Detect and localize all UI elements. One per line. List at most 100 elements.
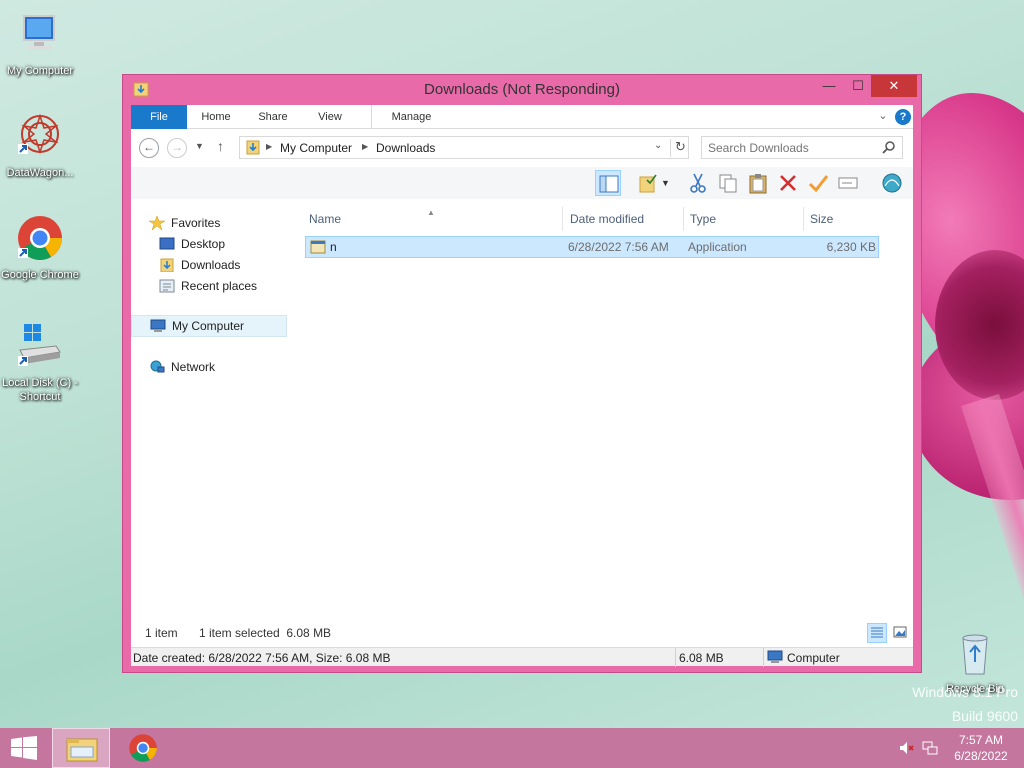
desktop-icon-google-chrome[interactable]: Google Chrome (0, 214, 80, 282)
tab-home[interactable]: Home (193, 105, 239, 129)
close-button[interactable]: ✕ (871, 75, 917, 97)
folder-check-icon (639, 174, 657, 193)
dropdown-arrow-icon[interactable]: ▼ (661, 170, 675, 196)
delete-x-icon (780, 175, 796, 191)
help-icon[interactable]: ? (895, 109, 911, 125)
search-input[interactable] (708, 140, 878, 156)
large-icons-view-button[interactable] (891, 623, 911, 643)
title-bar[interactable]: Downloads (Not Responding) — ☐ ✕ (123, 75, 921, 105)
downloads-folder-icon (160, 258, 174, 272)
desktop-icon-label: Local Disk (C) - Shortcut (2, 377, 78, 403)
nav-item-recent-places[interactable]: Recent places (159, 276, 279, 296)
desktop-icon-label: DataWagon... (6, 167, 74, 179)
tab-view[interactable]: View (307, 105, 353, 129)
file-size: 6,230 KB (826, 240, 876, 254)
column-header-size[interactable]: Size (806, 207, 882, 231)
breadcrumb-separator-icon[interactable]: ▶ (266, 142, 272, 151)
shell-button[interactable] (879, 170, 905, 196)
rename-button[interactable] (835, 170, 861, 196)
details-view-button[interactable] (867, 623, 887, 643)
address-dropdown-icon[interactable]: ⌄ (654, 140, 662, 151)
nav-item-favorites[interactable]: Favorites (149, 213, 279, 233)
drive-icon (18, 324, 61, 366)
breadcrumb-separator-icon[interactable]: ▶ (362, 142, 368, 151)
address-row: ← → ▼ ↑ ▶ My Computer ▶ Downloads ⌄ ↻ (131, 131, 913, 163)
nav-item-network[interactable]: Network (149, 357, 279, 377)
network-status-icon[interactable] (922, 740, 938, 756)
start-button[interactable] (0, 728, 48, 768)
desktop-icon-local-disk[interactable]: Local Disk (C) - Shortcut (0, 322, 80, 404)
file-list: ▲ Name Date modified Type Size n 6/28/20… (305, 201, 909, 623)
status-location: Computer (787, 651, 840, 665)
explorer-window[interactable]: Downloads (Not Responding) — ☐ ✕ File Ho… (122, 74, 922, 673)
chrome-icon (18, 216, 62, 260)
chevron-down-icon[interactable]: ⌄ (875, 107, 891, 125)
status-bar-summary: 1 item 1 item selected 6.08 MB (131, 623, 913, 645)
tab-share[interactable]: Share (251, 105, 295, 129)
checkmark-icon (808, 175, 829, 193)
delete-button[interactable] (775, 170, 801, 196)
rename-icon (838, 177, 858, 189)
status-bar-details: Date created: 6/28/2022 7:56 AM, Size: 6… (131, 647, 913, 667)
selection-info: 1 item selected 6.08 MB (199, 626, 332, 640)
ribbon-tabs: File Home Share View Manage ⌄ ? (131, 105, 913, 129)
properties-button[interactable] (805, 170, 831, 196)
nav-item-desktop[interactable]: Desktop (159, 234, 279, 254)
status-divider (675, 648, 676, 667)
search-icon[interactable] (882, 140, 896, 154)
recycle-bin-icon (962, 634, 988, 675)
downloads-folder-icon (246, 140, 260, 155)
desktop-icon (159, 237, 175, 250)
paste-button[interactable] (745, 170, 771, 196)
nav-item-label: Desktop (181, 237, 226, 251)
nav-item-label: Favorites (171, 216, 221, 230)
maximize-button[interactable]: ☐ (844, 75, 872, 97)
desktop-icon-label: Google Chrome (1, 269, 79, 281)
file-type: Application (688, 240, 747, 254)
tab-manage[interactable]: Manage (371, 105, 451, 129)
taskbar-clock[interactable]: 7:57 AM 6/28/2022 (948, 732, 1014, 764)
desktop-icon-label: My Computer (6, 65, 74, 77)
folder-options-button[interactable] (635, 170, 661, 196)
address-bar[interactable]: ▶ My Computer ▶ Downloads ⌄ ↻ (239, 136, 689, 159)
application-file-icon (310, 240, 326, 254)
nav-item-label: Network (171, 360, 216, 374)
nav-item-downloads[interactable]: Downloads (159, 255, 279, 275)
explorer-content: File Home Share View Manage ⌄ ? ← → ▼ ↑ … (131, 105, 913, 667)
clock-date: 6/28/2022 (954, 749, 1008, 763)
shell-icon (882, 173, 902, 193)
up-arrow-icon[interactable]: ↑ (217, 138, 224, 154)
desktop-icon-my-computer[interactable]: My Computer (0, 10, 80, 78)
sort-ascending-icon: ▲ (427, 208, 435, 217)
datawagon-icon (18, 113, 59, 155)
taskbar-file-explorer[interactable] (52, 728, 110, 768)
nav-item-my-computer[interactable]: My Computer (131, 315, 287, 337)
computer-icon (150, 319, 166, 332)
desktop-icon-datawagon[interactable]: DataWagon... (0, 112, 80, 180)
search-box[interactable] (701, 136, 903, 159)
copy-button[interactable] (715, 170, 741, 196)
volume-muted-icon[interactable] (898, 740, 914, 756)
refresh-icon[interactable]: ↻ (670, 139, 690, 157)
column-header-name[interactable]: ▲ Name (305, 207, 563, 231)
table-row[interactable]: n 6/28/2022 7:56 AM Application 6,230 KB (305, 236, 879, 258)
column-header-type[interactable]: Type (686, 207, 804, 231)
breadcrumb-my-computer[interactable]: My Computer (280, 141, 352, 155)
cut-button[interactable] (685, 170, 711, 196)
recent-locations-chevron-icon[interactable]: ▼ (195, 141, 204, 151)
network-icon (150, 360, 165, 373)
taskbar-google-chrome[interactable] (114, 728, 172, 768)
tab-file[interactable]: File (131, 105, 187, 129)
clock-time: 7:57 AM (958, 733, 1004, 747)
minimize-button[interactable]: — (815, 75, 843, 97)
column-header-date-modified[interactable]: Date modified (566, 207, 684, 231)
status-divider (763, 648, 764, 667)
file-explorer-icon (66, 738, 98, 762)
chrome-icon (129, 734, 157, 762)
back-arrow-icon[interactable]: ← (139, 138, 159, 158)
forward-arrow-icon[interactable]: → (167, 138, 187, 158)
preview-pane-icon (599, 175, 619, 193)
breadcrumb-downloads[interactable]: Downloads (376, 141, 435, 155)
recent-places-icon (159, 279, 175, 293)
preview-pane-button[interactable] (595, 170, 621, 196)
